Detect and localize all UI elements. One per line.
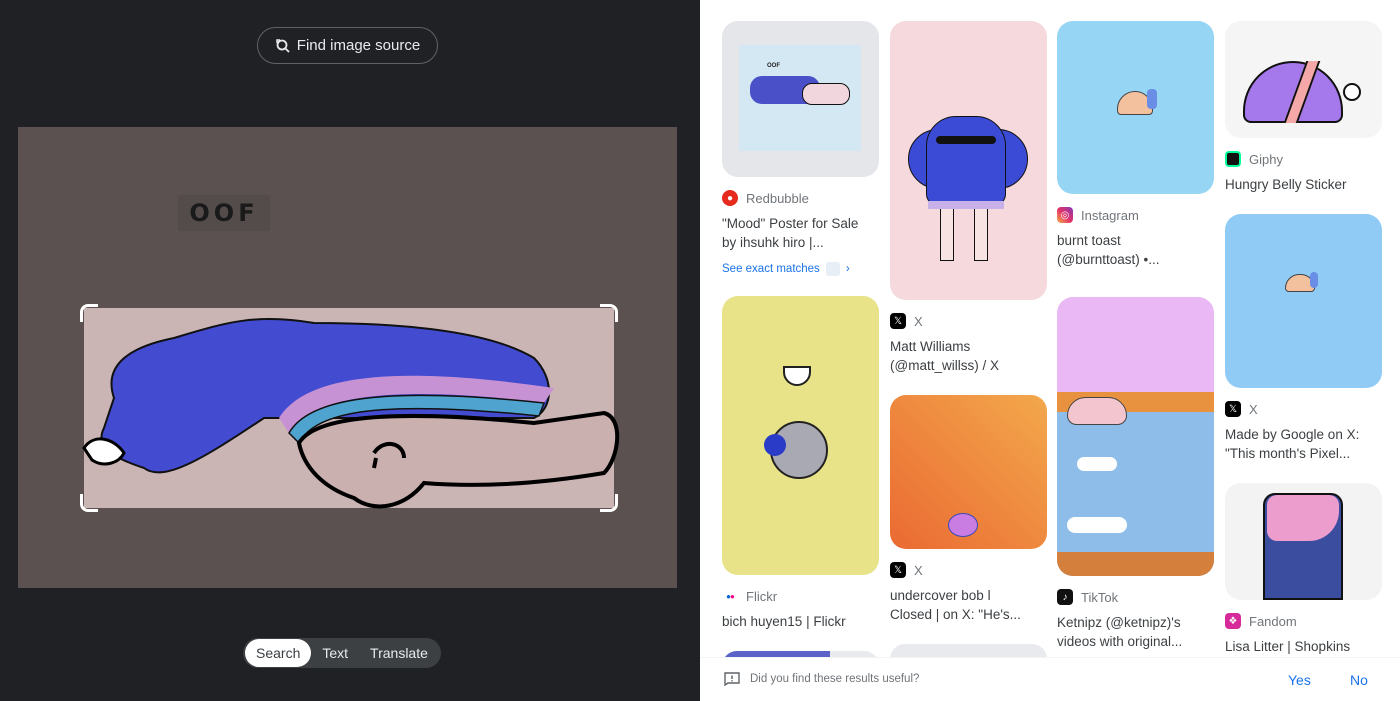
result-card[interactable]: 𝕏X Made by Google on X: "This month's Pix…	[1225, 214, 1382, 463]
instagram-icon: ◎	[1057, 207, 1073, 223]
result-title-line: (@burnttoast) •...	[1057, 252, 1160, 267]
result-source: Instagram	[1081, 207, 1139, 223]
image-text-oof: OOF	[178, 195, 270, 231]
result-title-line: (@matt_willss) / X	[890, 358, 999, 373]
tiktok-icon: ♪	[1057, 589, 1073, 605]
result-title[interactable]: Matt Williams (@matt_willss) / X	[890, 337, 1047, 375]
result-thumbnail[interactable]	[1225, 214, 1382, 388]
result-title-line: Made by Google on X:	[1225, 427, 1360, 442]
result-thumbnail[interactable]	[1225, 21, 1382, 138]
result-title-line: Closed | on X: "He's...	[890, 607, 1021, 622]
result-thumbnail[interactable]	[1057, 21, 1214, 194]
result-title[interactable]: "Mood" Poster for Sale by ihsuhk hiro |..…	[722, 214, 879, 252]
x-icon: 𝕏	[890, 313, 906, 329]
result-thumbnail[interactable]	[722, 296, 879, 575]
see-exact-matches-link[interactable]: See exact matches ›	[722, 262, 879, 276]
result-title[interactable]: undercover bob l Closed | on X: "He's...	[890, 586, 1047, 624]
result-title-line: by ihsuhk hiro |...	[722, 235, 824, 250]
lens-image-panel: Find image source OOF Search Text Transl…	[0, 0, 700, 701]
result-title-line: videos with original...	[1057, 634, 1183, 649]
crop-handle-top-left[interactable]	[80, 304, 98, 322]
result-source: Fandom	[1249, 613, 1297, 629]
result-source: X	[914, 313, 923, 329]
see-exact-matches-label: See exact matches	[722, 263, 820, 275]
result-card[interactable]: 𝕏X Matt Williams (@matt_willss) / X	[890, 21, 1047, 375]
feedback-question: Did you find these results useful?	[750, 673, 920, 685]
crop-handle-bottom-left[interactable]	[80, 494, 98, 512]
result-title-line: "This month's Pixel...	[1225, 446, 1351, 461]
result-card[interactable]: Giphy Hungry Belly Sticker	[1225, 21, 1382, 194]
result-title-line: Hungry Belly Sticker	[1225, 177, 1347, 192]
results-column-2: 𝕏X Matt Williams (@matt_willss) / X 𝕏X un…	[890, 21, 1047, 674]
result-thumbnail[interactable]	[890, 395, 1047, 549]
giphy-icon	[1225, 151, 1241, 167]
redbubble-icon: ●	[722, 190, 738, 206]
result-thumbnail[interactable]: OOF	[722, 21, 879, 177]
x-icon: 𝕏	[890, 562, 906, 578]
source-image: OOF	[18, 127, 677, 588]
result-source: Giphy	[1249, 151, 1283, 167]
feedback-yes-button[interactable]: Yes	[1288, 672, 1311, 688]
result-thumbnail[interactable]	[890, 21, 1047, 300]
chevron-right-icon: ›	[845, 263, 850, 275]
result-source: Flickr	[746, 588, 778, 604]
result-title-line: Ketnipz (@ketnipz)'s	[1057, 615, 1181, 630]
result-title[interactable]: Ketnipz (@ketnipz)'s videos with original…	[1057, 613, 1214, 651]
visual-matches-panel: OOF ● Redbubble "Mood" Poster for Sale by …	[700, 0, 1400, 701]
fandom-icon: ❖	[1225, 613, 1241, 629]
result-title[interactable]: burnt toast (@burnttoast) •...	[1057, 231, 1214, 269]
results-column-4: Giphy Hungry Belly Sticker 𝕏X Made by Go…	[1225, 21, 1382, 675]
exact-match-thumbnail	[825, 262, 840, 276]
flickr-icon: ● ●	[726, 591, 735, 601]
mode-text-tab[interactable]: Text	[311, 639, 359, 667]
mode-translate-tab[interactable]: Translate	[359, 639, 439, 667]
result-card[interactable]: 𝕏X undercover bob l Closed | on X: "He's.…	[890, 395, 1047, 624]
crop-handle-bottom-right[interactable]	[600, 494, 618, 512]
mode-search-tab[interactable]: Search	[245, 639, 312, 667]
result-title[interactable]: bich huyen15 | Flickr	[722, 612, 879, 631]
result-card[interactable]: ● ● Flickr bich huyen15 | Flickr	[722, 296, 879, 631]
crop-handle-top-right[interactable]	[600, 304, 618, 322]
result-title-line: "Mood" Poster for Sale	[722, 216, 859, 231]
feedback-bar: Did you find these results useful? Yes N…	[700, 657, 1400, 701]
result-title-line: Lisa Litter | Shopkins	[1225, 639, 1351, 654]
find-image-source-label: Find image source	[296, 37, 421, 54]
crop-selection[interactable]	[80, 304, 620, 512]
lens-mode-switcher: Search Text Translate	[243, 638, 441, 668]
feedback-icon	[724, 672, 740, 686]
feedback-no-button[interactable]: No	[1350, 672, 1368, 688]
result-title-line: undercover bob l	[890, 588, 991, 603]
result-title[interactable]: Made by Google on X: "This month's Pixel.…	[1225, 425, 1382, 463]
result-title-line: Matt Williams	[890, 339, 971, 354]
result-card[interactable]: ◎ Instagram burnt toast (@burnttoast) •...	[1057, 21, 1214, 269]
results-column-1: OOF ● Redbubble "Mood" Poster for Sale by …	[722, 21, 879, 681]
result-source: X	[1249, 401, 1258, 417]
result-card[interactable]: ❖Fandom Lisa Litter | ShopkinsWiki | Fan…	[1225, 483, 1382, 675]
result-source: TikTok	[1081, 589, 1119, 605]
x-icon: 𝕏	[1225, 401, 1241, 417]
crop-image-content	[82, 318, 620, 509]
result-thumbnail[interactable]	[1225, 483, 1382, 600]
lens-search-icon	[276, 38, 290, 53]
result-card[interactable]: ♪ TikTok Ketnipz (@ketnipz)'s videos with …	[1057, 297, 1214, 651]
result-thumbnail[interactable]	[1057, 297, 1214, 576]
find-image-source-button[interactable]: Find image source	[257, 27, 438, 64]
result-title[interactable]: Hungry Belly Sticker	[1225, 175, 1382, 194]
result-title-line: burnt toast	[1057, 233, 1121, 248]
result-card[interactable]: OOF ● Redbubble "Mood" Poster for Sale by …	[722, 21, 879, 276]
results-column-3: ◎ Instagram burnt toast (@burnttoast) •...…	[1057, 21, 1214, 651]
result-source: Redbubble	[746, 190, 809, 206]
result-source: X	[914, 562, 923, 578]
result-title-line: bich huyen15 | Flickr	[722, 614, 846, 629]
